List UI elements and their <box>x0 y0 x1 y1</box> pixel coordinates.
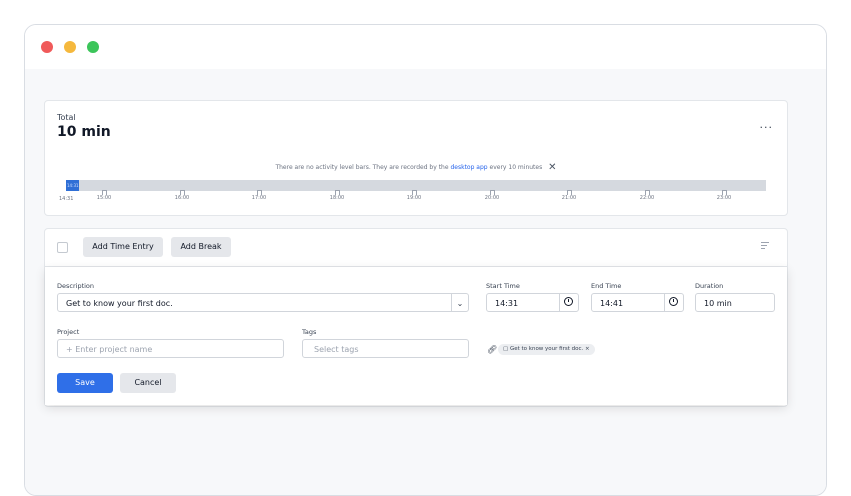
description-label: Description <box>57 282 95 290</box>
entry-toolbar: Add Time Entry Add Break <box>45 229 787 267</box>
timeline-entry-segment[interactable]: 14:31 <box>66 180 79 191</box>
desktop-app-link[interactable]: desktop app <box>450 164 487 171</box>
duration-field[interactable]: 10 min <box>695 293 775 312</box>
more-options-icon[interactable]: ··· <box>760 121 774 134</box>
start-time-value: 14:31 <box>495 299 519 308</box>
add-break-button[interactable]: Add Break <box>171 237 231 257</box>
duration-label: Duration <box>695 282 724 290</box>
timeline-start-label: 14:31 <box>59 196 74 202</box>
duration-value: 10 min <box>704 299 732 308</box>
doc-icon: ▢ <box>503 346 509 352</box>
timeline-tick: 21:00 <box>554 190 584 201</box>
main-content: Total 10 min ··· There are no activity l… <box>25 69 826 495</box>
app-window: Total 10 min ··· There are no activity l… <box>24 24 827 496</box>
total-value: 10 min <box>57 124 111 140</box>
select-all-checkbox[interactable] <box>57 242 68 253</box>
linked-doc-chip[interactable]: ▢ Get to know your first doc. × <box>498 344 595 355</box>
timeline-tick: 18:00 <box>322 190 352 201</box>
save-button[interactable]: Save <box>57 373 113 393</box>
timeline-tick: 20:00 <box>477 190 507 201</box>
remove-link-icon[interactable]: × <box>585 346 590 352</box>
segment-label: 14:31 <box>67 183 79 188</box>
time-entry-form: Description Get to know your first doc. … <box>45 267 787 405</box>
timeline-tick: 19:00 <box>399 190 429 201</box>
description-field[interactable]: Get to know your first doc. ⌄ <box>57 293 469 312</box>
notice-text: There are no activity level bars. They a… <box>275 164 449 171</box>
end-time-field[interactable]: 14:41 <box>591 293 684 312</box>
linked-doc-label: Get to know your first doc. <box>509 346 584 352</box>
chevron-down-icon[interactable]: ⌄ <box>451 294 468 311</box>
summary-card: Total 10 min ··· There are no activity l… <box>44 100 788 216</box>
timeline-tick: 17:00 <box>244 190 274 201</box>
timeline-tick: 22:00 <box>632 190 662 201</box>
title-bar <box>25 25 826 69</box>
activity-notice: There are no activity level bars. They a… <box>45 162 787 173</box>
end-time-value: 14:41 <box>600 299 624 308</box>
cancel-button[interactable]: Cancel <box>120 373 176 393</box>
start-time-label: Start Time <box>486 282 520 290</box>
clock-icon[interactable] <box>559 294 578 311</box>
end-time-label: End Time <box>591 282 622 290</box>
project-label: Project <box>57 328 80 336</box>
dismiss-notice-icon[interactable]: ✕ <box>548 162 556 173</box>
clock-icon[interactable] <box>664 294 683 311</box>
minimize-window-button[interactable] <box>64 41 76 53</box>
maximize-window-button[interactable] <box>87 41 99 53</box>
link-icon: 🔗︎ <box>487 345 498 354</box>
total-label: Total <box>57 113 76 122</box>
notice-text-end: every 10 minutes <box>489 164 543 171</box>
tags-label: Tags <box>302 328 317 336</box>
tags-select[interactable]: Select tags <box>302 339 469 358</box>
timeline-tick: 15:00 <box>89 190 119 201</box>
description-value: Get to know your first doc. <box>66 299 173 308</box>
add-time-entry-button[interactable]: Add Time Entry <box>83 237 163 257</box>
project-input[interactable]: + Enter project name <box>57 339 284 358</box>
start-time-field[interactable]: 14:31 <box>486 293 579 312</box>
time-entry-card: Add Time Entry Add Break Description Get… <box>44 228 788 407</box>
timeline-tick: 23:00 <box>709 190 739 201</box>
sort-icon[interactable] <box>761 242 769 251</box>
close-window-button[interactable] <box>41 41 53 53</box>
timeline-tick: 16:00 <box>167 190 197 201</box>
